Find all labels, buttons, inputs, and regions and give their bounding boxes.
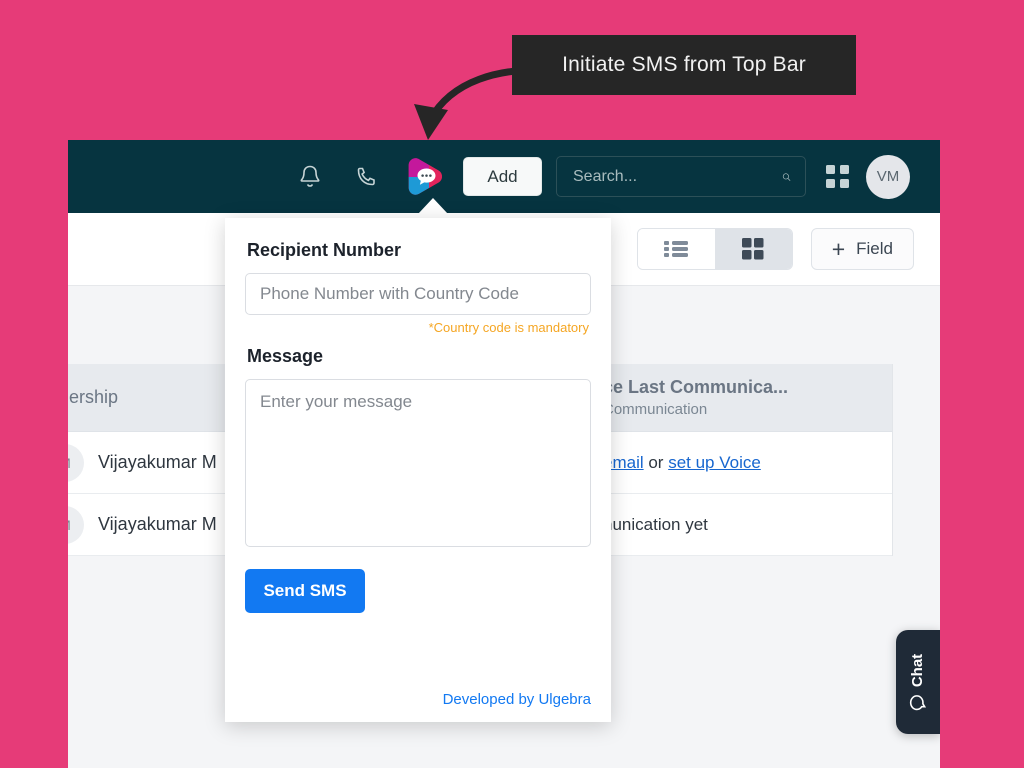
grid-view-glyph [742, 238, 764, 260]
add-field-label: Field [856, 239, 893, 259]
popup-caret-icon [418, 198, 448, 214]
column-header-last-communication-sub: Communication [603, 401, 876, 418]
chat-widget-button[interactable]: Chat [896, 630, 940, 734]
sms-brand-logo-icon[interactable] [405, 156, 447, 198]
chat-widget-inner: Chat [910, 653, 927, 710]
grid-apps-square [826, 179, 835, 188]
add-field-button[interactable]: + Field [811, 228, 914, 270]
setup-voice-link[interactable]: set up Voice [668, 453, 761, 472]
list-view-glyph [663, 239, 689, 259]
message-label: Message [247, 346, 591, 367]
row-avatar: M [68, 444, 84, 482]
comm-conjunction: or [644, 453, 669, 472]
search-input[interactable] [571, 167, 782, 187]
column-header-last-communication[interactable]: ce Last Communica... Communication [587, 364, 892, 431]
top-bar: Add VM [68, 140, 940, 213]
chat-widget-label: Chat [910, 653, 927, 686]
country-code-mandatory-note: *Country code is mandatory [245, 320, 589, 335]
grid-apps-icon[interactable] [820, 160, 854, 194]
callout-tooltip: Initiate SMS from Top Bar [512, 35, 856, 95]
sms-popup-panel: Recipient Number *Country code is mandat… [225, 218, 611, 722]
avatar-initials: VM [877, 168, 900, 185]
cell-last-communication: email or set up Voice [587, 453, 892, 473]
grid-apps-square [840, 165, 849, 174]
row-avatar-initials: M [68, 455, 71, 471]
row-avatar-initials: M [68, 517, 71, 533]
send-sms-button[interactable]: Send SMS [245, 569, 365, 613]
grid-apps-square [826, 165, 835, 174]
recipient-number-input[interactable] [245, 273, 591, 315]
avatar[interactable]: VM [866, 155, 910, 199]
bell-icon[interactable] [287, 154, 333, 200]
cell-last-communication: nunication yet [587, 515, 892, 535]
chat-bubble-icon [910, 694, 927, 711]
row-avatar: M [68, 506, 84, 544]
plus-icon: + [832, 238, 845, 261]
column-header-last-communication-label: ce Last Communica... [603, 377, 876, 398]
search-icon[interactable] [782, 166, 791, 188]
callout-text: Initiate SMS from Top Bar [562, 53, 806, 77]
screenshot-canvas: Initiate SMS from Top Bar [0, 0, 1024, 768]
recipient-number-label: Recipient Number [247, 240, 591, 261]
owner-name: Vijayakumar M [98, 452, 217, 473]
list-view-icon[interactable] [638, 229, 715, 269]
owner-name: Vijayakumar M [98, 514, 217, 535]
phone-icon[interactable] [343, 154, 389, 200]
add-button[interactable]: Add [463, 157, 542, 196]
grid-apps-square [840, 179, 849, 188]
message-input[interactable] [245, 379, 591, 547]
grid-view-icon[interactable] [715, 229, 792, 269]
search-box[interactable] [556, 156, 806, 197]
view-toggle-group[interactable] [637, 228, 793, 270]
add-button-label: Add [487, 167, 517, 187]
developed-by-link[interactable]: Developed by Ulgebra [245, 691, 591, 722]
